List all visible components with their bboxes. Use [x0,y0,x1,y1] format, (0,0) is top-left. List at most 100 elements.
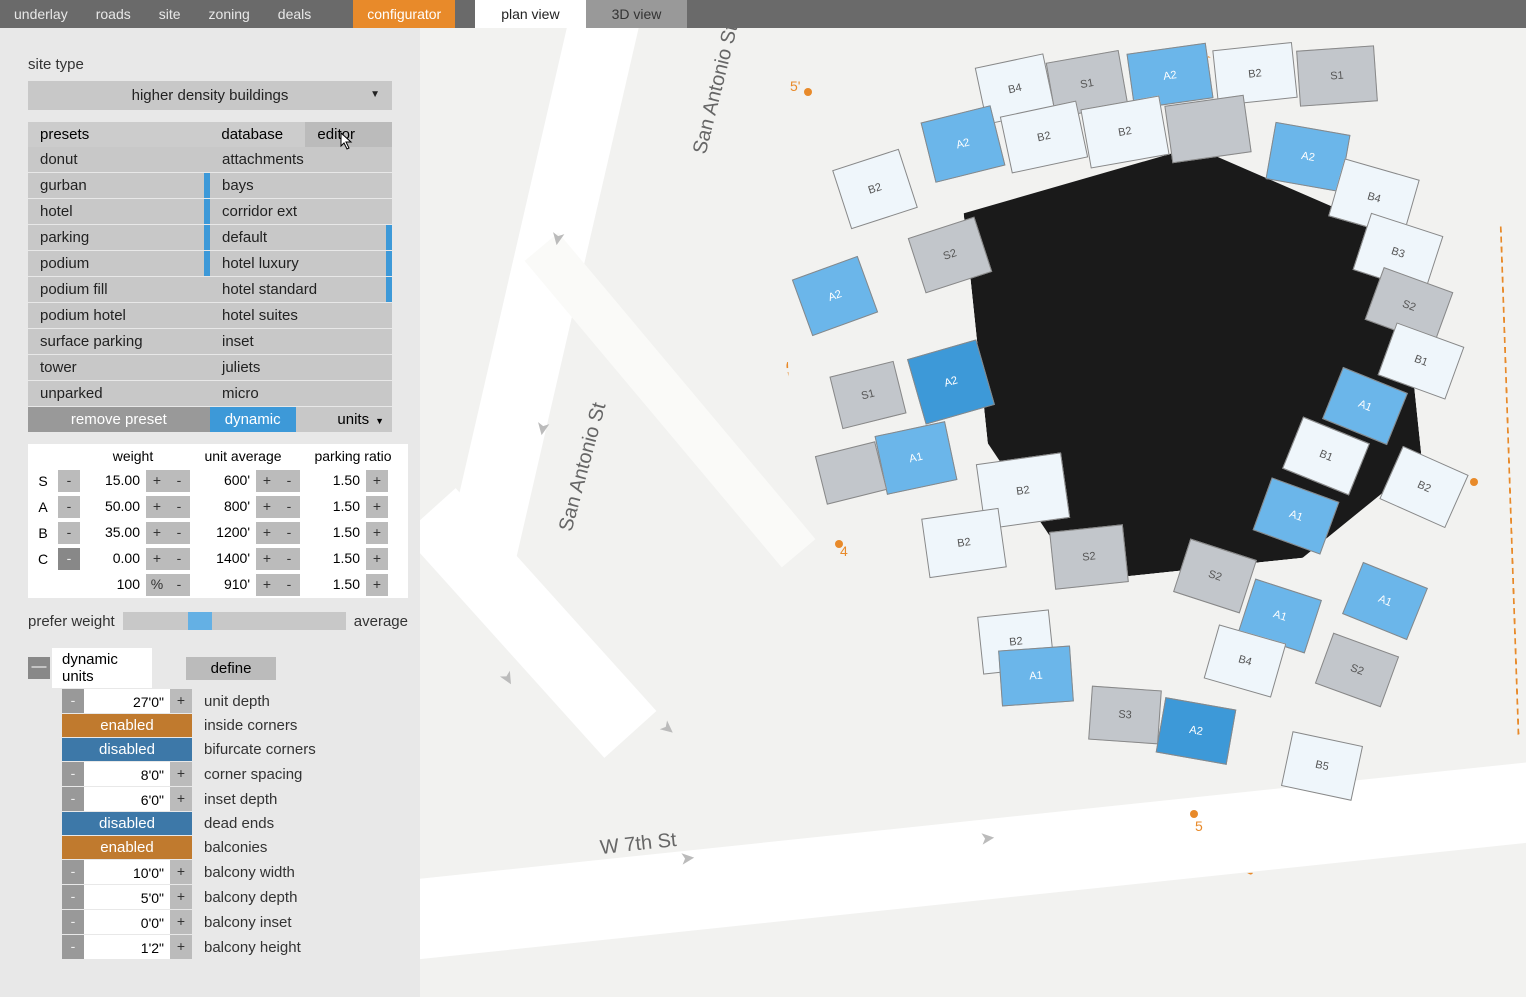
value-field[interactable]: 6'0" [84,787,170,811]
list-item[interactable]: corridor ext [210,199,392,224]
list-item[interactable]: hotel suites [210,303,392,328]
collapse-button[interactable]: — [28,657,50,679]
weight-slider[interactable] [123,612,346,630]
tab-configurator[interactable]: configurator [353,0,455,28]
list-item[interactable]: hotel luxury [210,251,392,276]
database-col-header[interactable]: database [209,122,305,147]
unit-avg-value[interactable]: 600' [190,470,256,492]
list-item[interactable]: podium hotel [28,303,210,328]
minus-button[interactable]: - [62,860,84,884]
weight-value[interactable]: 35.00 [80,522,146,544]
plus-button[interactable]: + [256,496,278,518]
plus-button[interactable]: + [170,787,192,811]
tab-site[interactable]: site [145,0,195,28]
plus-button[interactable]: + [256,574,278,596]
plus-button[interactable]: + [170,762,192,786]
minus-button[interactable]: - [278,574,300,596]
site-type-dropdown[interactable]: higher density buildings [28,81,392,110]
toggle-enabled[interactable]: enabled [62,836,192,859]
plus-button[interactable]: + [366,470,388,492]
list-item[interactable]: podium fill [28,277,210,302]
parking-value[interactable]: 1.50 [300,522,366,544]
list-item[interactable]: gurban [28,173,210,198]
list-item[interactable]: hotel standard [210,277,392,302]
value-field[interactable]: 8'0" [84,762,170,786]
list-item[interactable]: podium [28,251,210,276]
minus-button[interactable]: - [168,522,190,544]
list-item[interactable]: micro [210,381,392,406]
dynamic-button[interactable]: dynamic [210,407,296,432]
define-button[interactable]: define [186,657,276,680]
plus-button[interactable]: + [170,689,192,713]
minus-button[interactable]: - [278,496,300,518]
unit-cell[interactable]: S1 [1296,45,1378,106]
parking-value[interactable]: 1.50 [300,496,366,518]
plus-button[interactable]: + [146,522,168,544]
weight-value[interactable]: 50.00 [80,496,146,518]
toggle-disabled[interactable]: disabled [62,738,192,761]
list-item[interactable]: attachments [210,147,392,172]
slider-thumb[interactable] [188,612,212,630]
list-item[interactable]: surface parking [28,329,210,354]
tab-plan-view[interactable]: plan view [475,0,585,28]
minus-button[interactable]: - [58,470,80,492]
minus-button[interactable]: - [62,762,84,786]
unit-avg-value[interactable]: 1200' [190,522,256,544]
unit-cell[interactable]: S3 [1088,686,1162,745]
tab-3d-view[interactable]: 3D view [586,0,688,28]
plus-button[interactable]: + [366,548,388,570]
minus-button[interactable]: - [168,496,190,518]
plus-button[interactable]: + [146,470,168,492]
plus-button[interactable]: + [146,496,168,518]
units-dropdown[interactable]: units [296,407,392,432]
plus-button[interactable]: + [256,470,278,492]
list-item[interactable]: bays [210,173,392,198]
list-item[interactable]: default [210,225,392,250]
weight-value[interactable]: 15.00 [80,470,146,492]
tab-deals[interactable]: deals [264,0,325,28]
plus-button[interactable]: + [256,548,278,570]
minus-button[interactable]: - [58,496,80,518]
minus-button[interactable]: - [168,548,190,570]
plus-button[interactable]: + [146,548,168,570]
tab-roads[interactable]: roads [82,0,145,28]
minus-button[interactable]: - [278,470,300,492]
unit-avg-value[interactable]: 800' [190,496,256,518]
remove-preset-button[interactable]: remove preset [28,407,210,432]
minus-button[interactable]: - [62,787,84,811]
minus-button[interactable]: - [62,689,84,713]
plus-button[interactable]: + [170,885,192,909]
plus-button[interactable]: + [366,574,388,596]
list-item[interactable]: parking [28,225,210,250]
plus-button[interactable]: + [256,522,278,544]
value-field[interactable]: 27'0" [84,689,170,713]
minus-button[interactable]: - [278,522,300,544]
plan-view-canvas[interactable]: San Antonio St San Antonio St W 7th St 5… [420,28,1526,997]
toggle-enabled[interactable]: enabled [62,714,192,737]
tab-underlay[interactable]: underlay [0,0,82,28]
parking-value[interactable]: 1.50 [300,470,366,492]
plus-button[interactable]: + [170,935,192,959]
value-field[interactable]: 5'0" [84,885,170,909]
minus-button[interactable]: - [62,910,84,934]
minus-button[interactable]: - [58,522,80,544]
value-field[interactable]: 1'2" [84,935,170,959]
plus-button[interactable]: + [170,860,192,884]
list-item[interactable]: inset [210,329,392,354]
value-field[interactable]: 10'0" [84,860,170,884]
minus-button[interactable]: - [168,574,190,596]
list-item[interactable]: unparked [28,381,210,406]
unit-cell[interactable]: B2 [921,508,1007,578]
minus-button[interactable]: - [62,885,84,909]
unit-cell[interactable]: S2 [1049,524,1129,589]
unit-avg-value[interactable]: 1400' [190,548,256,570]
unit-cell[interactable] [1164,95,1251,164]
minus-button[interactable]: - [278,548,300,570]
tab-zoning[interactable]: zoning [195,0,264,28]
unit-cell[interactable]: A1 [998,646,1074,707]
value-field[interactable]: 0'0" [84,910,170,934]
minus-button[interactable]: - [58,548,80,570]
plus-button[interactable]: + [366,496,388,518]
plus-button[interactable]: + [366,522,388,544]
list-item[interactable]: juliets [210,355,392,380]
